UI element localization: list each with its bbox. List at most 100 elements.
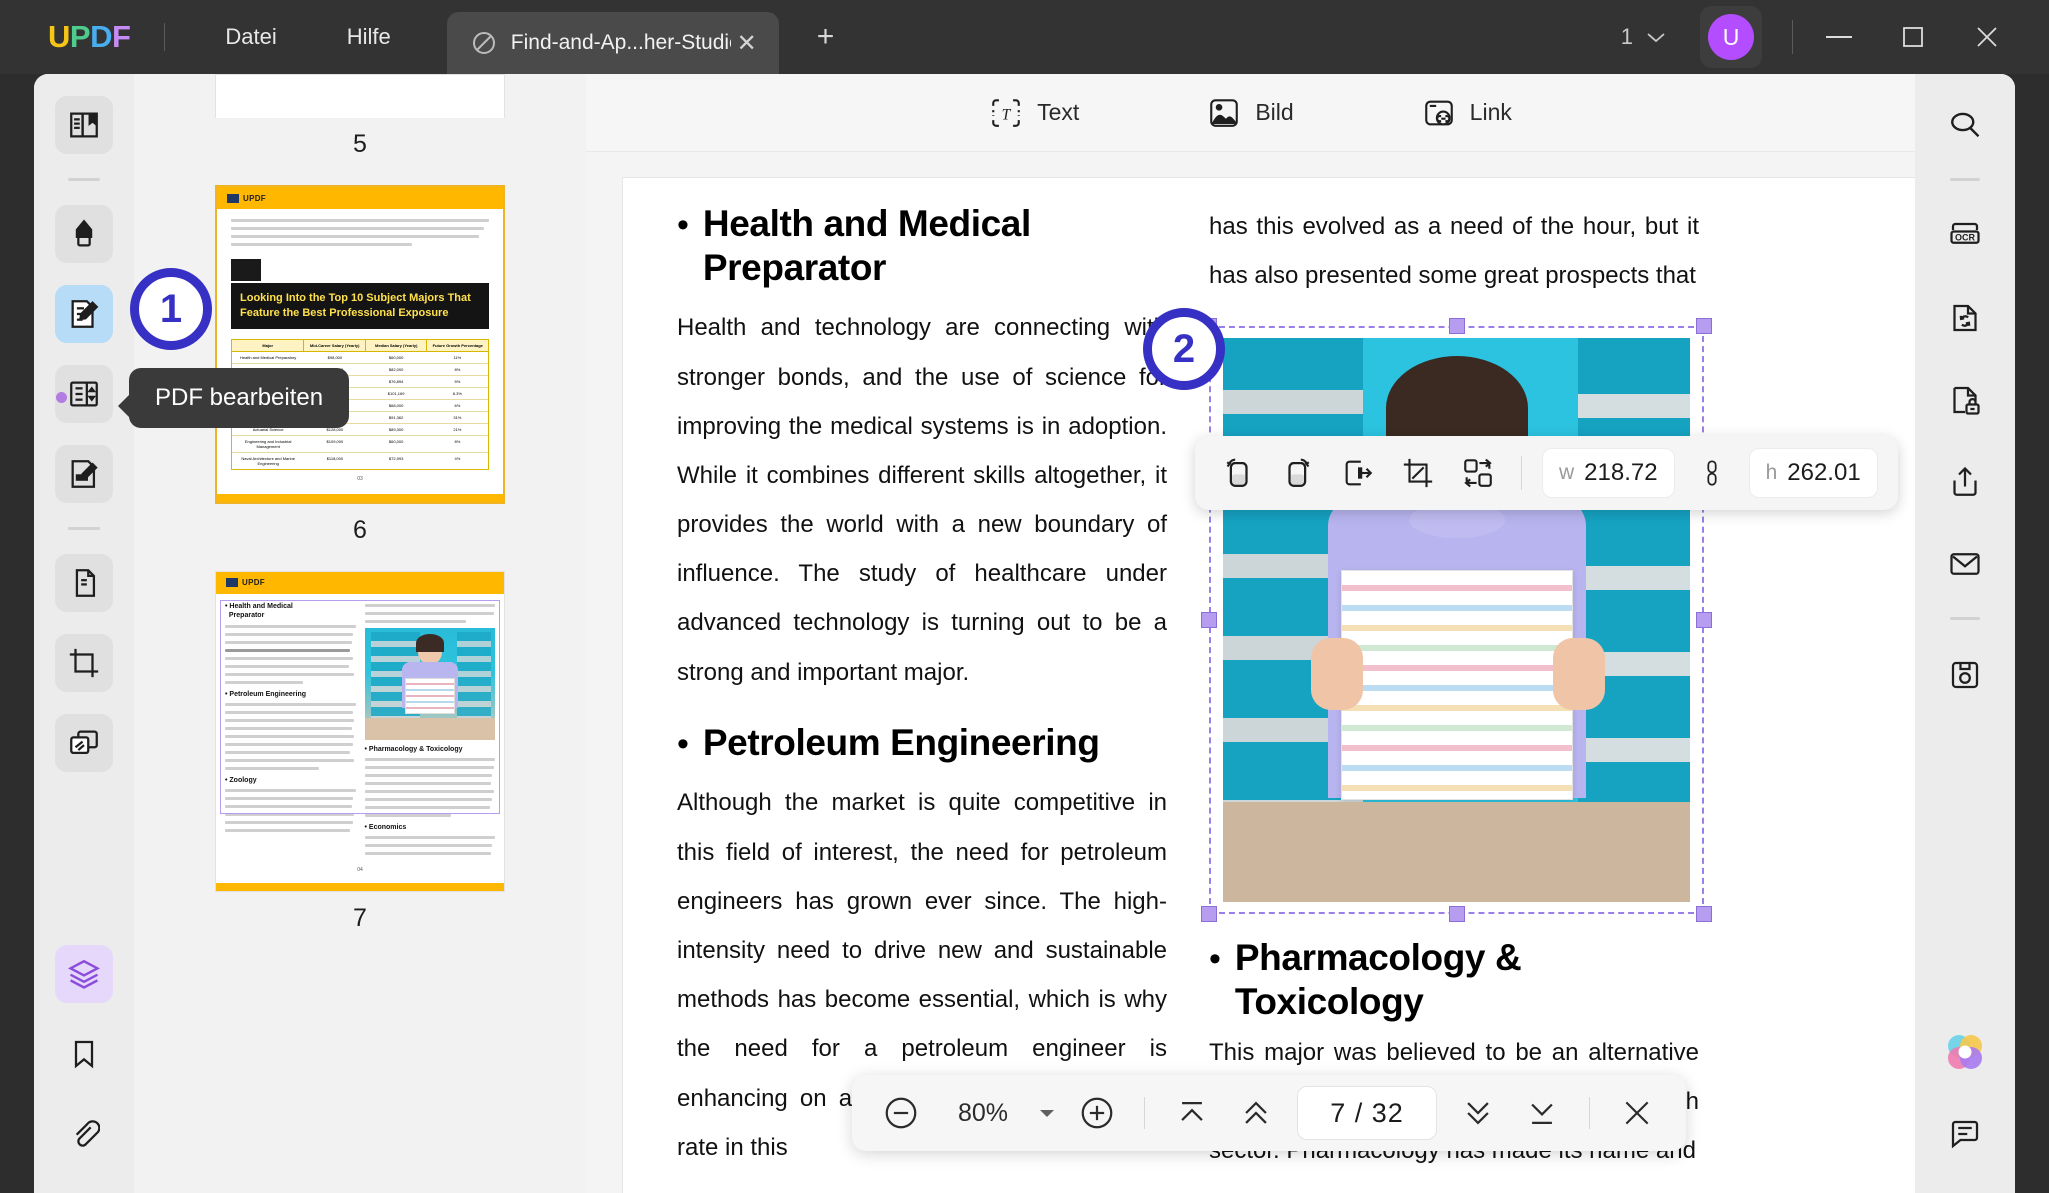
edit-toolbar: T Text Bild: [586, 74, 1915, 152]
protect-document-button[interactable]: [1936, 371, 1994, 429]
share-button[interactable]: [1936, 453, 1994, 511]
image-edit-floating-toolbar: w 218.72 h 262.01: [1195, 436, 1898, 510]
thumbnail-label-5: 5: [134, 130, 586, 159]
thumbnail-page-5[interactable]: [215, 74, 505, 118]
comment-button[interactable]: [1936, 1105, 1994, 1163]
sidebar-item-annotate[interactable]: [55, 205, 113, 263]
image-height-field[interactable]: h 262.01: [1749, 448, 1878, 498]
paragraph-health-medical: Health and technology are connecting wit…: [677, 303, 1167, 697]
document-tab[interactable]: Find-and-Ap...her-Studies ✕: [447, 12, 779, 74]
resize-handle-bc[interactable]: [1449, 906, 1465, 922]
thumbnail-label-7: 7: [134, 904, 586, 933]
window-count[interactable]: 1: [1621, 24, 1633, 50]
new-tab-button[interactable]: +: [807, 16, 845, 58]
ocr-icon: OCR: [1947, 218, 1983, 254]
selection-frame: [1209, 326, 1704, 914]
rotate-left-button[interactable]: [1215, 450, 1261, 496]
search-icon: [1947, 107, 1983, 143]
app-shell: 1 PDF bearbeiten 5 UPDF: [34, 74, 2015, 1193]
thumbnail-page-6[interactable]: UPDF Looking Into the Top 10 Subject Maj…: [215, 185, 505, 504]
rotate-right-button[interactable]: [1275, 450, 1321, 496]
menu-datei[interactable]: Datei: [207, 16, 294, 58]
thumb-logo-square: [227, 194, 239, 203]
sidebar-item-convert[interactable]: [55, 554, 113, 612]
sidebar-item-reader[interactable]: [55, 96, 113, 154]
sidebar-item-attachment[interactable]: [55, 1105, 113, 1163]
thumbnail-page-7[interactable]: UPDF • Health and Medical Preparator: [215, 571, 505, 892]
navbar-divider-1: [1144, 1097, 1145, 1129]
aspect-ratio-lock-button[interactable]: [1689, 450, 1735, 496]
edit-pdf-tooltip: PDF bearbeiten: [129, 368, 349, 428]
crop-image-button[interactable]: [1395, 450, 1441, 496]
ai-assistant-icon: [1942, 1029, 1988, 1075]
toolbar-text-button[interactable]: T Text: [979, 90, 1089, 136]
ocr-button[interactable]: OCR: [1936, 207, 1994, 265]
image-width-field[interactable]: w 218.72: [1542, 448, 1675, 498]
first-page-button[interactable]: [1169, 1090, 1215, 1136]
sidebar-item-fill-and-sign[interactable]: [55, 445, 113, 503]
navbar-close-button[interactable]: [1614, 1090, 1660, 1136]
page-indicator-input[interactable]: 7 / 32: [1297, 1086, 1437, 1140]
toolbar-image-button[interactable]: Bild: [1197, 90, 1303, 136]
prev-page-button[interactable]: [1233, 1090, 1279, 1136]
resize-handle-tr[interactable]: [1696, 318, 1712, 334]
zoom-out-button[interactable]: [878, 1090, 924, 1136]
toolbar-link-button[interactable]: Link: [1412, 90, 1522, 136]
menu-hilfe[interactable]: Hilfe: [329, 16, 409, 58]
logo-letter-d: D: [90, 19, 112, 55]
sidebar-item-edit-pdf[interactable]: [55, 285, 113, 343]
text-box-icon: T: [989, 96, 1023, 130]
width-value: 218.72: [1584, 459, 1657, 487]
zoom-level-value[interactable]: 80%: [942, 1099, 1024, 1128]
extract-image-button[interactable]: [1335, 450, 1381, 496]
right-rail-divider: [1950, 178, 1980, 181]
rail-collapse-handle[interactable]: [56, 392, 67, 403]
rotate-right-icon: [1281, 456, 1315, 490]
resize-handle-ml[interactable]: [1201, 612, 1217, 628]
bullet-icon-3: •: [1209, 942, 1221, 976]
zoom-in-button[interactable]: [1074, 1090, 1120, 1136]
tab-close-icon[interactable]: ✕: [731, 27, 763, 60]
toolbar-text-label: Text: [1037, 99, 1079, 126]
selected-image-object[interactable]: 2: [1209, 326, 1704, 914]
resize-handle-bl[interactable]: [1201, 906, 1217, 922]
link-icon: [1422, 96, 1456, 130]
sidebar-item-layers[interactable]: [55, 945, 113, 1003]
ai-assistant-button[interactable]: [1936, 1023, 1994, 1081]
height-label: h: [1766, 461, 1778, 485]
tab-title: Find-and-Ap...her-Studies: [511, 31, 731, 55]
thumb-foot-bar: [217, 494, 503, 502]
caret-down-icon[interactable]: [1038, 1107, 1056, 1119]
search-button[interactable]: [1936, 96, 1994, 154]
image-icon: [1207, 96, 1241, 130]
thumbnail-panel[interactable]: 5 UPDF Look: [134, 74, 586, 1193]
page-left-column: • Health and Medical Preparator Health a…: [677, 202, 1167, 1175]
maximize-button[interactable]: [1885, 17, 1941, 57]
thumbnail-7-content: UPDF • Health and Medical Preparator: [216, 572, 504, 891]
resize-handle-mr[interactable]: [1696, 612, 1712, 628]
save-as-button[interactable]: [1936, 646, 1994, 704]
next-page-icon: [1461, 1096, 1495, 1130]
rail-divider: [68, 178, 100, 181]
sidebar-item-bookmark[interactable]: [55, 1025, 113, 1083]
pdf-page-canvas[interactable]: • Health and Medical Preparator Health a…: [623, 178, 1915, 1193]
replace-image-button[interactable]: [1455, 450, 1501, 496]
chevron-down-icon[interactable]: [1646, 31, 1666, 44]
sidebar-item-crop[interactable]: [55, 634, 113, 692]
resize-handle-tc[interactable]: [1449, 318, 1465, 334]
account-button[interactable]: U: [1700, 6, 1762, 68]
heading-petroleum: Petroleum Engineering: [703, 721, 1100, 765]
email-button[interactable]: [1936, 535, 1994, 593]
updf-logo: U P D F: [48, 19, 130, 55]
resize-handle-br[interactable]: [1696, 906, 1712, 922]
minimize-button[interactable]: [1811, 17, 1867, 57]
last-page-button[interactable]: [1519, 1090, 1565, 1136]
fill-and-sign-icon: [67, 457, 101, 491]
sidebar-item-compare[interactable]: [55, 714, 113, 772]
minus-circle-icon: [882, 1094, 920, 1132]
rotate-left-icon: [1221, 456, 1255, 490]
next-page-button[interactable]: [1455, 1090, 1501, 1136]
title-bar: U P D F Datei Hilfe Find-and-Ap...her-St…: [0, 0, 2049, 74]
close-button[interactable]: [1959, 17, 2015, 57]
convert-file-button[interactable]: [1936, 289, 1994, 347]
